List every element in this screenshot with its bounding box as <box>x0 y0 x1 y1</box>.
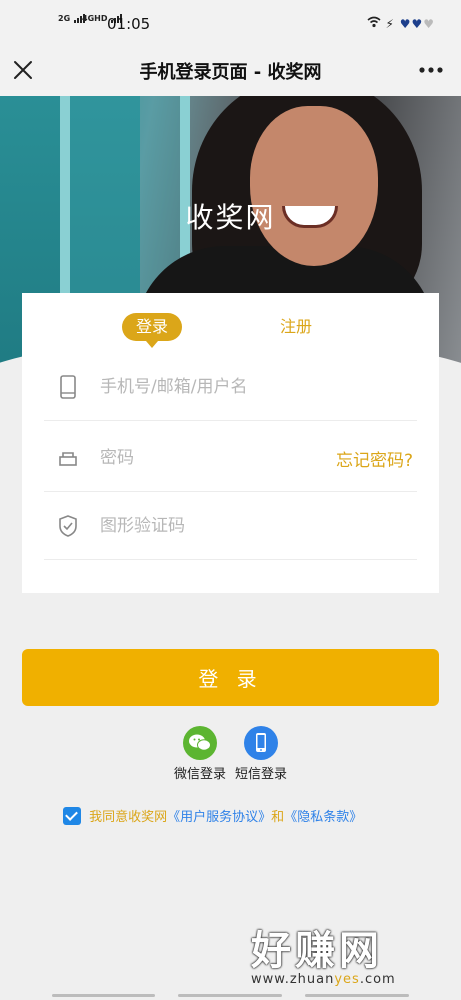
wifi-icon <box>367 16 386 31</box>
hero-site-name: 收奖网 <box>185 201 276 234</box>
watermark-url-a: www.zhuan <box>251 972 335 987</box>
status-icons: ⚡ ♥♥♥ <box>367 16 435 31</box>
password-row: 忘记密码? <box>44 424 417 492</box>
shield-check-icon <box>59 515 77 537</box>
mobile-phone-icon <box>244 726 278 760</box>
status-bar: 2G 4GHD 01:05 ⚡ ♥♥♥ <box>0 0 461 46</box>
watermark-url-c: .com <box>359 972 396 987</box>
watermark-logo: 好赚网 <box>251 928 383 974</box>
title-bar: 手机登录页面 - 收奖网 <box>0 46 461 96</box>
more-icon[interactable] <box>419 66 443 74</box>
lock-icon <box>59 452 77 466</box>
agreement-prefix: 我同意收奖网 <box>89 810 168 825</box>
sms-login-button[interactable]: 短信登录 <box>229 726 293 782</box>
home-indicator <box>178 994 282 997</box>
battery-heart-icon: ♥ <box>411 17 424 31</box>
hero-person-face <box>250 106 378 266</box>
username-row <box>44 353 417 421</box>
username-input[interactable] <box>100 371 320 403</box>
agreement-checkbox[interactable] <box>63 806 81 825</box>
phone-icon <box>60 375 76 399</box>
watermark-url-b: yes <box>334 972 360 987</box>
watermark: 好赚网 www.zhuanyes.com <box>251 918 441 987</box>
wechat-login-button[interactable]: 微信登录 <box>168 726 232 782</box>
terms-link[interactable]: 《用户服务协议》 <box>167 810 271 825</box>
captcha-row <box>44 492 417 560</box>
wechat-login-label: 微信登录 <box>173 767 226 782</box>
forgot-password-link[interactable]: 忘记密码? <box>336 446 413 471</box>
page-title: 手机登录页面 - 收奖网 <box>139 62 322 83</box>
login-form-card: 登录 注册 忘记密码? <box>22 293 439 593</box>
battery-heart-empty-icon: ♥ <box>423 17 435 31</box>
battery-heart-icon: ♥ <box>399 17 412 31</box>
agreement-row: 我同意收奖网《用户服务协议》和《隐私条款》 <box>63 806 362 825</box>
wechat-icon <box>183 726 217 760</box>
home-indicator <box>305 994 409 997</box>
login-button[interactable]: 登 录 <box>22 649 439 706</box>
tab-login[interactable]: 登录 <box>122 313 182 348</box>
signal-2g-label: 2G <box>58 14 71 23</box>
charging-icon: ⚡ <box>385 17 395 31</box>
agreement-and: 和 <box>271 810 285 825</box>
home-indicator <box>52 994 155 997</box>
tab-register[interactable]: 注册 <box>266 313 326 341</box>
signal-4g-label: 4GHD <box>82 14 108 23</box>
captcha-input[interactable] <box>100 510 320 542</box>
privacy-link[interactable]: 《隐私条款》 <box>284 810 362 825</box>
password-input[interactable] <box>100 442 320 474</box>
sms-login-label: 短信登录 <box>234 767 287 782</box>
status-time: 01:05 <box>107 15 151 33</box>
watermark-url: www.zhuanyes.com <box>251 972 441 987</box>
